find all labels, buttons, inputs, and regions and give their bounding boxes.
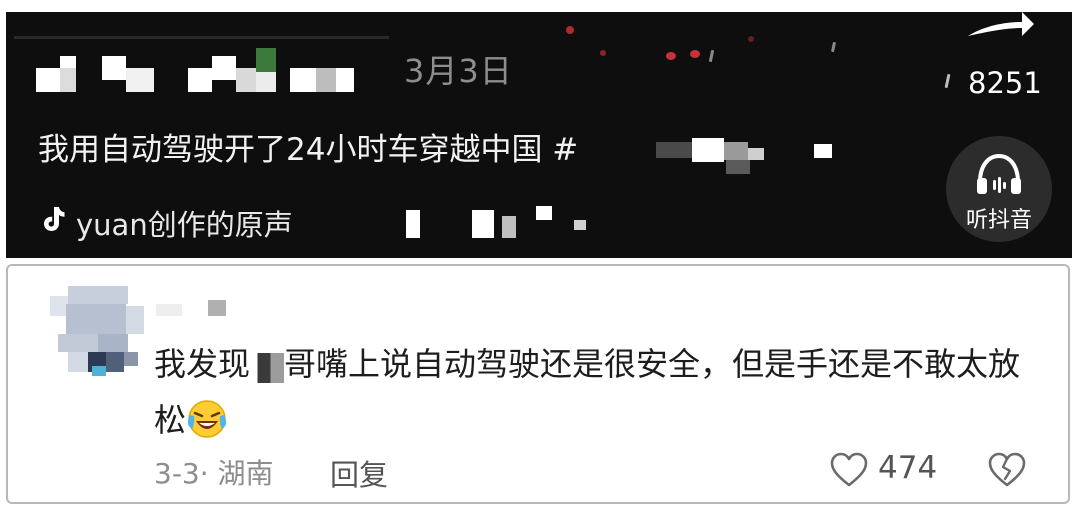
comment-card: 我发现 哥嘴上说自动驾驶还是很安全，但是手还是不敢太放松 3-3· 湖南 回复 4…: [6, 264, 1070, 504]
username-blurred[interactable]: [156, 300, 226, 320]
music-blur: [406, 210, 420, 238]
laughing-crying-emoji: [187, 400, 227, 438]
comment-text-part1: 我发现: [154, 345, 251, 383]
listen-label: 听抖音: [965, 208, 1032, 233]
like-count: 474: [878, 450, 938, 486]
tiktok-note-icon: [44, 207, 65, 231]
music-source-label: yuan创作的原声: [76, 208, 293, 242]
share-arrow-icon[interactable]: [964, 12, 1034, 40]
reply-button[interactable]: 回复: [330, 452, 388, 494]
post-date: 3月3日: [404, 52, 513, 90]
red-light: [666, 52, 676, 60]
comment-text-part2: 哥嘴上说自动驾驶还是很安全，但是手还是不敢太放松: [154, 345, 1021, 439]
broken-heart-icon[interactable]: [988, 452, 1026, 488]
video-title[interactable]: 我用自动驾驶开了24小时车穿越中国 #: [38, 124, 578, 169]
video-overlay-panel[interactable]: 3月3日 我用自动驾驶开了24小时车穿越中国 # yuan创作的原声 8251 …: [6, 12, 1072, 258]
comment-text: 我发现 哥嘴上说自动驾驶还是很安全，但是手还是不敢太放松: [154, 336, 1034, 448]
headphone-icon: [977, 153, 1021, 194]
name-mask-blur: [250, 353, 285, 383]
share-count: 8251: [968, 66, 1042, 100]
comment-meta: 3-3· 湖南: [154, 457, 274, 490]
red-light: [748, 36, 754, 42]
light-streak: [944, 73, 951, 89]
hashtag-blurred[interactable]: [656, 142, 692, 158]
heart-outline-icon: [830, 452, 868, 487]
listen-douyin-button[interactable]: 听抖音: [946, 136, 1052, 242]
light-streak: [708, 49, 715, 63]
avatar[interactable]: [48, 286, 148, 376]
red-light: [690, 50, 700, 58]
red-light: [566, 26, 574, 34]
red-light: [600, 50, 606, 56]
divider-line: [14, 36, 389, 39]
light-streak: [830, 41, 837, 53]
video-title-text: 我用自动驾驶开了24小时车穿越中国 #: [38, 132, 579, 168]
